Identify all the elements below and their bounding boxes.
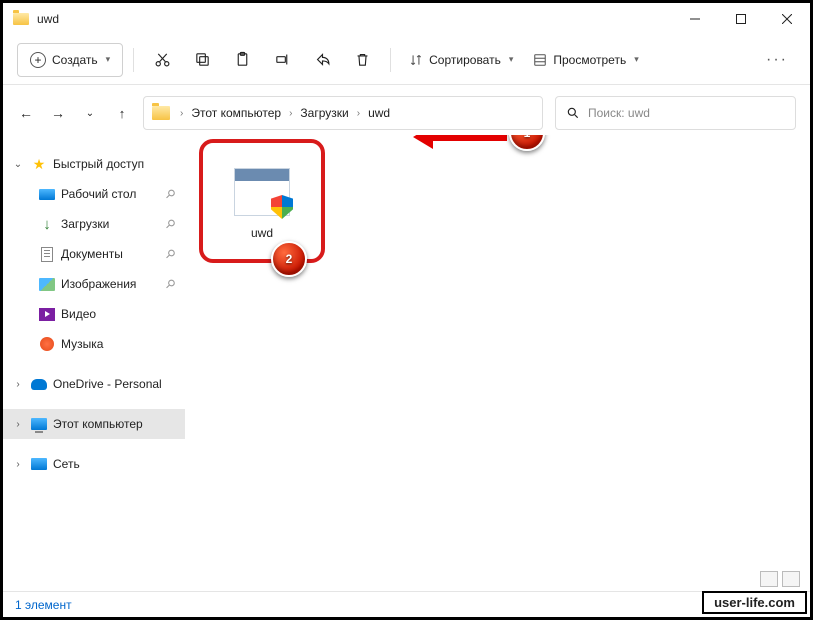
view-button[interactable]: Просмотреть ▾ (525, 43, 646, 77)
view-large-button[interactable] (782, 571, 800, 587)
expand-icon[interactable]: › (11, 379, 25, 390)
search-input[interactable]: Поиск: uwd (555, 96, 796, 130)
share-button[interactable] (304, 51, 340, 68)
maximize-button[interactable] (718, 3, 764, 35)
more-button[interactable]: ··· (758, 43, 796, 77)
annotation-callout-2: 2 (271, 241, 307, 277)
pin-icon: ⚲ (163, 216, 179, 232)
back-button[interactable]: ← (17, 105, 35, 121)
breadcrumb[interactable]: uwd (366, 106, 392, 120)
star-icon: ★ (31, 156, 47, 172)
watermark: user-life.com (702, 591, 807, 614)
sidebar-desktop[interactable]: Рабочий стол ⚲ (3, 179, 185, 209)
search-icon (566, 106, 580, 120)
separator (133, 48, 134, 72)
sidebar-quick-access[interactable]: ⌄ ★ Быстрый доступ (3, 149, 185, 179)
music-icon (40, 337, 54, 351)
pin-icon: ⚲ (163, 246, 179, 262)
chevron-right-icon: › (287, 108, 294, 119)
annotation-callout-1: 1 (509, 135, 545, 151)
new-button[interactable]: + Создать ▾ (17, 43, 123, 77)
separator (390, 48, 391, 72)
desktop-icon (39, 189, 55, 200)
download-icon: ↓ (39, 216, 55, 232)
address-bar[interactable]: › Этот компьютер › Загрузки › uwd (143, 96, 543, 130)
window-title: uwd (37, 12, 59, 26)
nav-arrows: ← → ⌄ ↑ (17, 105, 131, 121)
chevron-right-icon: › (355, 108, 362, 119)
sidebar-downloads[interactable]: ↓ Загрузки ⚲ (3, 209, 185, 239)
close-button[interactable] (764, 3, 810, 35)
chevron-right-icon: › (178, 108, 185, 119)
file-label: uwd (251, 226, 273, 240)
video-icon (39, 308, 55, 321)
paste-button[interactable] (224, 51, 260, 68)
chevron-down-icon: ▾ (509, 54, 514, 65)
chevron-down-icon: ▾ (106, 54, 111, 65)
delete-button[interactable] (344, 51, 380, 68)
plus-icon: + (30, 52, 46, 68)
sidebar-videos[interactable]: Видео (3, 299, 185, 329)
sidebar: ⌄ ★ Быстрый доступ Рабочий стол ⚲ ↓ Загр… (3, 135, 189, 591)
shield-icon (271, 195, 293, 219)
folder-icon (13, 13, 29, 25)
sidebar-network[interactable]: › Сеть (3, 449, 185, 479)
sidebar-documents[interactable]: Документы ⚲ (3, 239, 185, 269)
rename-button[interactable] (264, 51, 300, 68)
onedrive-icon (31, 379, 47, 390)
pin-icon: ⚲ (163, 276, 179, 292)
view-icon (533, 53, 547, 67)
body: ⌄ ★ Быстрый доступ Рабочий стол ⚲ ↓ Загр… (3, 135, 810, 591)
sidebar-thispc[interactable]: › Этот компьютер (3, 409, 185, 439)
file-item-uwd[interactable]: uwd (207, 149, 317, 259)
image-icon (39, 278, 55, 291)
chevron-down-icon[interactable]: ⌄ (81, 108, 99, 119)
titlebar: uwd (3, 3, 810, 35)
folder-icon (152, 106, 170, 120)
breadcrumb[interactable]: Загрузки (298, 106, 350, 120)
annotation-arrow (427, 135, 507, 147)
forward-button[interactable]: → (49, 105, 67, 121)
network-icon (31, 458, 47, 470)
navigation-row: ← → ⌄ ↑ › Этот компьютер › Загрузки › uw… (3, 91, 810, 135)
window-controls (672, 3, 810, 35)
sort-button[interactable]: Сортировать ▾ (401, 43, 521, 77)
document-icon (41, 247, 53, 262)
sidebar-pictures[interactable]: Изображения ⚲ (3, 269, 185, 299)
application-icon (234, 168, 290, 216)
pin-icon: ⚲ (163, 186, 179, 202)
expand-icon[interactable]: › (11, 419, 25, 430)
up-button[interactable]: ↑ (113, 106, 131, 121)
sidebar-onedrive[interactable]: › OneDrive - Personal (3, 369, 185, 399)
sidebar-music[interactable]: Музыка (3, 329, 185, 359)
status-bar: 1 элемент (3, 591, 810, 617)
explorer-window: uwd + Создать ▾ Сортировать ▾ Просмотрет… (3, 3, 810, 617)
status-text: 1 элемент (15, 598, 72, 612)
sort-icon (409, 53, 423, 67)
expand-icon[interactable]: ⌄ (11, 159, 25, 170)
view-details-button[interactable] (760, 571, 778, 587)
view-mode-icons (760, 571, 800, 587)
cut-button[interactable] (144, 51, 180, 68)
pc-icon (31, 418, 47, 430)
chevron-down-icon: ▾ (634, 54, 639, 65)
expand-icon[interactable]: › (11, 459, 25, 470)
breadcrumb[interactable]: Этот компьютер (189, 106, 283, 120)
toolbar: + Создать ▾ Сортировать ▾ Просмотреть ▾ … (3, 35, 810, 85)
minimize-button[interactable] (672, 3, 718, 35)
content-area[interactable]: uwd 1 2 (189, 135, 810, 591)
copy-button[interactable] (184, 51, 220, 68)
